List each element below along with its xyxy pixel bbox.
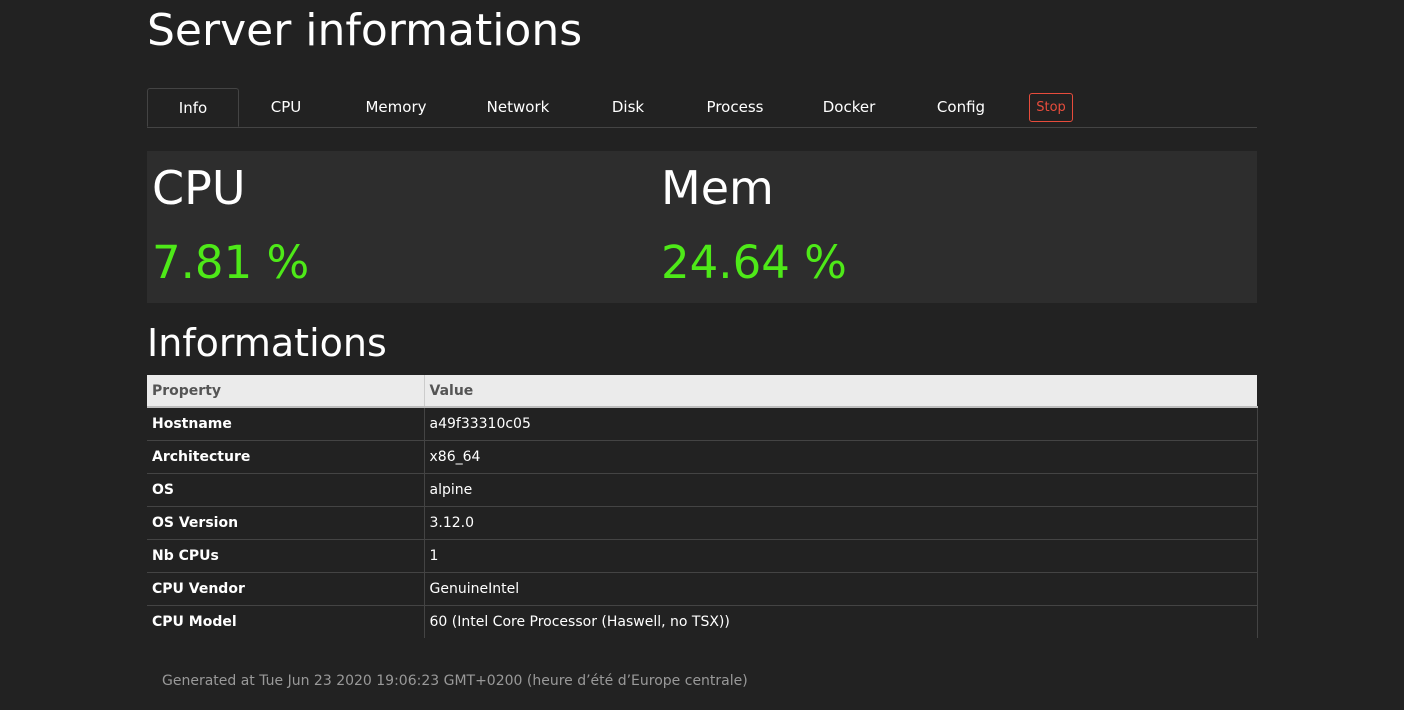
column-header-property: Property <box>147 375 425 408</box>
tab-cpu[interactable]: CPU <box>255 88 317 127</box>
property-cell: Architecture <box>147 439 425 473</box>
value-cell: GenuineIntel <box>424 571 1258 605</box>
mem-stat-value: 24.64 % <box>661 236 847 289</box>
value-cell: 1 <box>424 538 1258 572</box>
table-row: CPU Model 60 (Intel Core Processor (Hasw… <box>147 604 1258 638</box>
cpu-stat-value: 7.81 % <box>152 236 310 289</box>
stats-panel: CPU 7.81 % Mem 24.64 % <box>147 151 1257 303</box>
mem-stat-label: Mem <box>661 161 774 215</box>
value-cell: x86_64 <box>424 439 1258 473</box>
value-cell: a49f33310c05 <box>424 406 1258 440</box>
tab-memory[interactable]: Memory <box>353 88 439 127</box>
table-row: Architecture x86_64 <box>147 439 1258 473</box>
property-cell: Hostname <box>147 406 425 440</box>
property-cell: CPU Model <box>147 604 425 638</box>
table-row: CPU Vendor GenuineIntel <box>147 571 1258 605</box>
informations-title: Informations <box>147 321 387 365</box>
table-row: OS Version 3.12.0 <box>147 505 1258 539</box>
tab-config[interactable]: Config <box>927 88 995 127</box>
property-cell: CPU Vendor <box>147 571 425 605</box>
table-row: OS alpine <box>147 472 1258 506</box>
table-header-row: Property Value <box>147 375 1257 408</box>
cpu-stat-label: CPU <box>152 161 246 215</box>
tab-disk[interactable]: Disk <box>599 88 657 127</box>
property-cell: OS <box>147 472 425 506</box>
tab-bar: Info CPU Memory Network Disk Process Doc… <box>147 88 1257 128</box>
stop-button[interactable]: Stop <box>1029 93 1073 122</box>
value-cell: 60 (Intel Core Processor (Haswell, no TS… <box>424 604 1258 638</box>
page-title: Server informations <box>147 5 583 56</box>
tab-network[interactable]: Network <box>477 88 559 127</box>
value-cell: 3.12.0 <box>424 505 1258 539</box>
value-cell: alpine <box>424 472 1258 506</box>
property-cell: Nb CPUs <box>147 538 425 572</box>
table-row: Nb CPUs 1 <box>147 538 1258 572</box>
tab-process[interactable]: Process <box>695 88 775 127</box>
informations-table: Property Value Hostname a49f33310c05 Arc… <box>147 375 1258 638</box>
tab-info[interactable]: Info <box>147 88 239 127</box>
property-cell: OS Version <box>147 505 425 539</box>
tab-docker[interactable]: Docker <box>811 88 887 127</box>
generated-footer: Generated at Tue Jun 23 2020 19:06:23 GM… <box>162 673 748 689</box>
table-row: Hostname a49f33310c05 <box>147 406 1258 440</box>
column-header-value: Value <box>424 375 1257 408</box>
